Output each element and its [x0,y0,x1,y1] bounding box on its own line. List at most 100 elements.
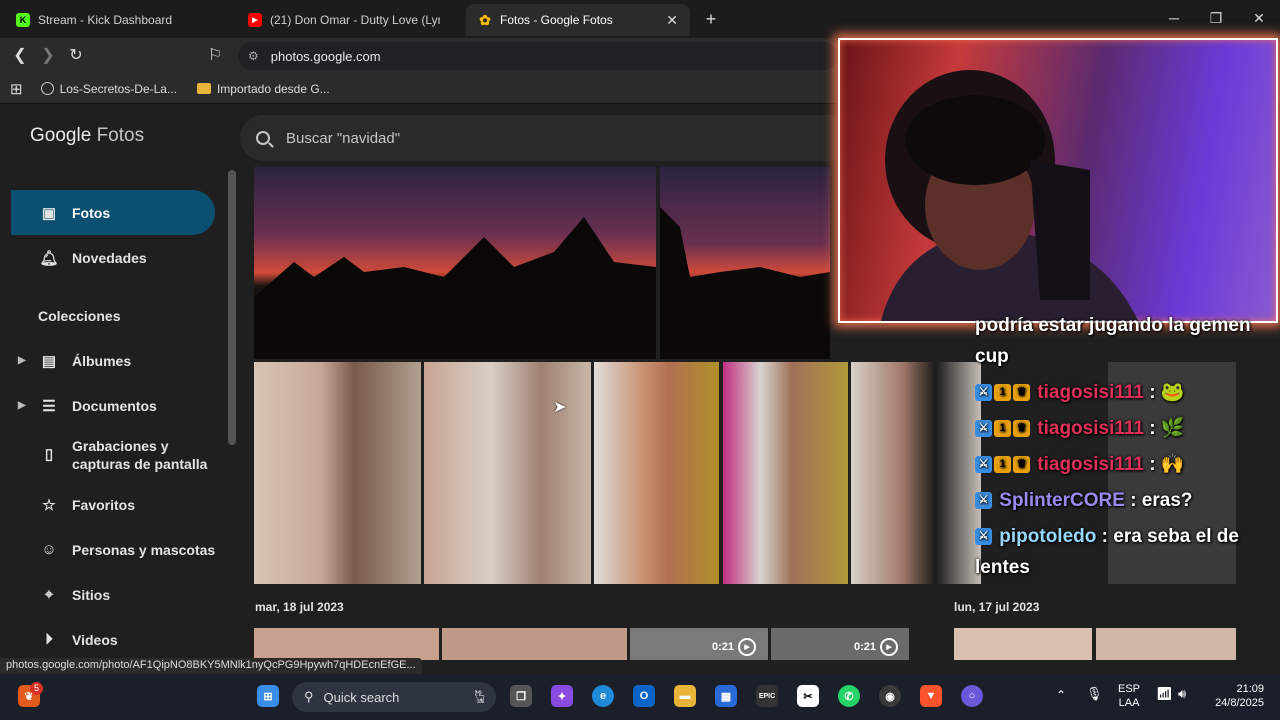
gift-badge-icon: 1 [994,420,1011,438]
sidebar-item-grabaciones[interactable]: ▯ Grabaciones y capturas de pantalla [0,428,230,482]
duration-text: 0:21 [712,641,735,653]
photo-mirror[interactable] [424,362,591,584]
bookmark-folder[interactable]: Importado desde G... [196,81,330,96]
chat-message: ⚔ 1 ♛ tiagosisi111 : 🌿 [975,413,1275,444]
play-circle-icon: ⏵ [45,631,53,648]
browser-tab-strip: K Stream - Kick Dashboard ▶ (21) Don Oma… [0,0,1280,38]
expand-arrow-icon[interactable]: ▶ [18,400,26,411]
wifi-icon[interactable]: 📶︎ [1156,687,1173,701]
language-indicator[interactable]: ESP LAA [1118,682,1140,710]
sidebar-item-label: Personas y mascotas [72,541,216,558]
search-icon[interactable] [256,131,270,145]
photo-mirror[interactable] [254,362,421,584]
capcut-icon[interactable]: ✂ [797,685,819,707]
lang-layout: LAA [1118,697,1140,709]
obs-icon[interactable]: ◉ [879,685,901,707]
sidebar-item-label: Favoritos [72,496,136,513]
streamer-silhouette [881,70,1139,321]
sidebar-item-fotos[interactable]: ▣ Fotos [11,190,215,235]
bookmark-item[interactable]: Los-Secretos-De-La... [40,82,177,96]
chat-message-partial-end: cup [975,346,1009,367]
app-icon[interactable]: ○ [961,685,983,707]
quick-search-input[interactable]: ⚲ Quick search 🦌︎ [292,682,496,712]
edge-icon[interactable]: e [592,685,614,707]
album-icon: ▤ [41,352,57,370]
date-header: mar, 18 jul 2023 [255,600,344,614]
photo-selfie[interactable] [723,362,848,584]
file-explorer-icon[interactable]: ▬ [674,685,696,707]
microphone-icon[interactable]: 🎙︎ [1086,687,1103,701]
restore-icon[interactable]: ❐ [1202,6,1230,30]
date-header: lun, 17 jul 2023 [954,600,1040,614]
chat-username: tiagosisi111 [1037,454,1144,475]
sword-badge-icon: ⚔ [975,384,992,402]
sidebar-item-sitios[interactable]: ⌖ Sitios [0,572,230,617]
lang-code: ESP [1118,683,1141,695]
windows-start-icon[interactable]: ⊞ [257,685,279,707]
deer-icon: 🦌︎ [471,689,488,704]
notification-badge: 5 [30,682,43,695]
google-photos-logo[interactable]: Google Fotos [30,125,144,147]
bookmark-label: Importado desde G... [216,81,330,96]
sidebar-item-documentos[interactable]: ▶ ☰ Documentos [0,383,230,428]
photo-thumbnail[interactable] [254,628,439,660]
store-icon[interactable]: ▦ [715,685,737,707]
outlook-icon[interactable]: O [633,685,655,707]
photo-selfie[interactable] [851,362,981,584]
forward-icon[interactable]: ❯ [36,44,60,68]
section-header-colecciones: Colecciones [38,307,121,324]
whatsapp-icon[interactable]: ✆ [838,685,860,707]
photo-selfie[interactable] [594,362,719,584]
sidebar-item-personas[interactable]: ☺ Personas y mascotas [0,527,230,572]
crown-badge-icon: ♛ [1013,384,1030,402]
chat-emote: 🐸 [1160,382,1185,403]
minimize-icon[interactable]: ─ [1160,6,1188,30]
tab-youtube[interactable]: ▶ (21) Don Omar - Dutty Love (Lyric [236,4,462,36]
volume-icon[interactable]: 🔊︎ [1178,687,1186,701]
sidebar-item-videos[interactable]: ⏵ Videos [0,617,230,662]
photo-thumbnail[interactable] [1096,628,1236,660]
video-duration: 0:21 ▶ [712,638,757,656]
photo-thumbnail[interactable] [442,628,627,660]
chat-emote: 🙌 [1160,454,1185,475]
close-tab-icon[interactable]: ✕ [666,12,678,29]
sidebar-item-albumes[interactable]: ▶ ▤ Álbumes [0,338,230,383]
sidebar-item-label: Novedades [72,249,147,266]
address-text: photos.google.com [270,48,381,64]
task-view-icon[interactable]: ❐ [510,685,532,707]
reload-icon[interactable]: ↻ [64,44,88,68]
tab-title: Stream - Kick Dashboard [38,13,173,27]
chat-username: tiagosisi111 [1037,418,1144,439]
stream-chat-overlay: podría estar jugando la gemen cup ⚔ 1 ♛ ti… [975,310,1275,588]
tree-silhouette [660,207,830,359]
clock-time: 21:09 [1236,683,1264,695]
photo-sunset[interactable] [660,167,830,359]
new-tab-button[interactable]: + [700,8,722,30]
face-icon: ☺ [41,541,57,558]
chat-message: ⚔ 1 ♛ tiagosisi111 : 🐸 [975,377,1275,408]
expand-arrow-icon[interactable]: ▶ [18,355,26,366]
star-icon: ☆ [42,496,56,514]
brave-icon[interactable]: ▼ [920,685,942,707]
address-bar[interactable]: ⚙ photos.google.com [238,42,838,70]
sidebar-item-novedades[interactable]: 🔔︎ Novedades [0,235,230,280]
bookmark-icon[interactable]: ⚐ [203,44,227,68]
apps-grid-icon[interactable]: ⊞ [10,80,23,98]
photo-sunset[interactable] [254,167,656,359]
site-info-icon[interactable]: ⚙ [248,49,259,63]
chat-emote: 🌿 [1160,418,1185,439]
window-close-icon[interactable]: ✕ [1245,6,1273,30]
tab-google-fotos[interactable]: ✿ Fotos - Google Fotos ✕ [466,4,690,36]
sidebar-item-favoritos[interactable]: ☆ Favoritos [0,482,230,527]
sidebar-scrollbar[interactable] [228,170,236,445]
chevron-up-icon[interactable]: ⌃ [1056,688,1066,702]
back-icon[interactable]: ❮ [8,44,32,68]
copilot-icon[interactable]: ✦ [551,685,573,707]
tab-kick-dashboard[interactable]: K Stream - Kick Dashboard [4,4,234,36]
clock[interactable]: 21:09 24/8/2025 [1206,682,1264,710]
epic-games-icon[interactable]: EPIC [756,685,778,707]
chat-separator: : [1149,454,1156,475]
photo-thumbnail[interactable] [954,628,1092,660]
photos-search-input[interactable]: Buscar "navidad" [240,115,840,161]
sidebar-item-label: Álbumes [72,352,132,369]
